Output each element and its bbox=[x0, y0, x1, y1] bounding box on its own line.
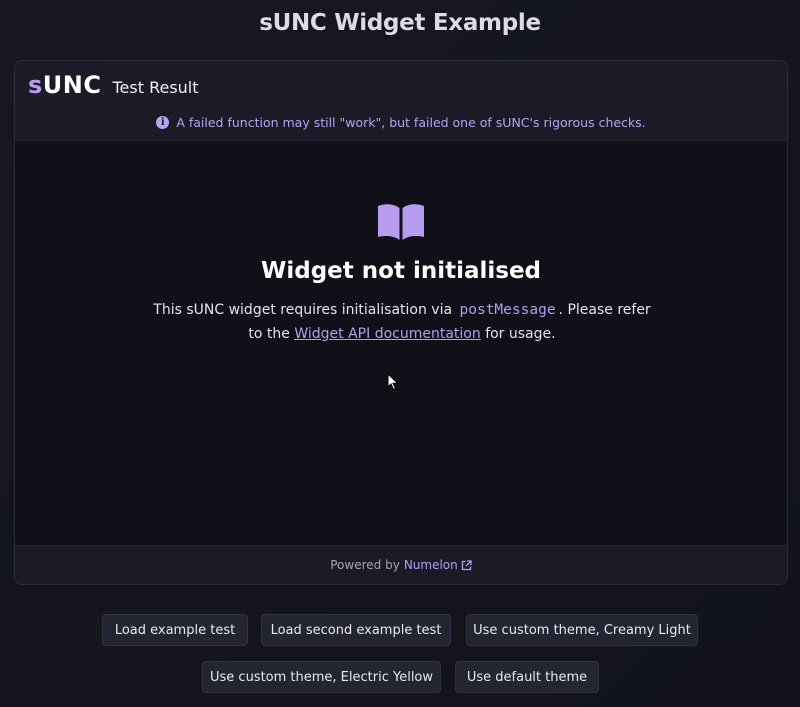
electric-yellow-theme-button[interactable]: Use custom theme, Electric Yellow bbox=[202, 661, 441, 693]
numelon-link[interactable]: Numelon bbox=[404, 558, 472, 572]
brand-row: sUNC Test Result bbox=[28, 71, 199, 99]
page: sUNC Widget Example sUNC Test Result i A… bbox=[0, 0, 800, 707]
external-link-icon bbox=[461, 559, 472, 570]
notice-text: A failed function may still "work", but … bbox=[176, 115, 646, 130]
info-icon: i bbox=[156, 116, 170, 129]
notice-banner: i A failed function may still "work", bu… bbox=[15, 115, 787, 130]
book-open-icon bbox=[378, 204, 424, 240]
desc-after: for usage. bbox=[485, 326, 556, 342]
widget-api-doc-link[interactable]: Widget API documentation bbox=[294, 326, 480, 342]
empty-state-description: This sUNC widget requires initialisation… bbox=[152, 298, 652, 346]
creamy-light-theme-button[interactable]: Use custom theme, Creamy Light bbox=[466, 614, 698, 646]
empty-state-title: Widget not initialised bbox=[260, 258, 542, 284]
code-postmessage: postMessage bbox=[459, 302, 556, 318]
load-example-test-button[interactable]: Load example test bbox=[102, 614, 248, 646]
widget-footer: Powered by Numelon bbox=[15, 545, 787, 584]
header-title: Test Result bbox=[112, 78, 199, 97]
desc-before: This sUNC widget requires initialisation… bbox=[153, 302, 453, 318]
page-title: sUNC Widget Example bbox=[259, 10, 541, 36]
logo-s: s bbox=[28, 71, 43, 99]
sunc-logo: sUNC bbox=[28, 71, 101, 99]
widget-header: sUNC Test Result i A failed function may… bbox=[15, 61, 787, 141]
numelon-link-text: Numelon bbox=[403, 558, 458, 572]
logo-unc: UNC bbox=[42, 71, 102, 99]
load-second-example-test-button[interactable]: Load second example test bbox=[261, 614, 451, 646]
widget-body: Widget not initialised This sUNC widget … bbox=[15, 141, 787, 545]
mouse-cursor-icon bbox=[387, 373, 399, 391]
widget-card: sUNC Test Result i A failed function may… bbox=[14, 60, 788, 585]
default-theme-button[interactable]: Use default theme bbox=[455, 661, 599, 693]
footer-prefix: Powered by bbox=[330, 558, 400, 572]
